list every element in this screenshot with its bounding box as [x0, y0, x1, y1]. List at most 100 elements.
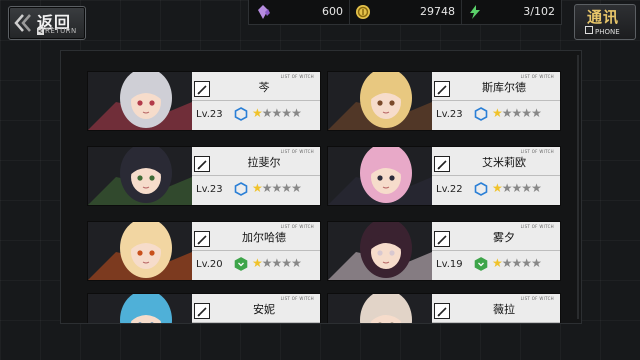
- witch-card[interactable]: LIST OF WITCH 薇拉: [327, 293, 561, 323]
- star-icon: ★: [252, 106, 263, 120]
- phone-label-en: PHONE: [585, 26, 620, 36]
- resource-bar: 600 29748 3/102: [248, 0, 562, 25]
- energy-counter: 3/102: [461, 0, 561, 24]
- witch-name: 安妮: [253, 303, 275, 316]
- star-icon: ★: [281, 256, 292, 270]
- star-icon: ★: [252, 256, 263, 270]
- card-divider: [192, 100, 320, 101]
- phone-button[interactable]: 通讯 PHONE: [574, 4, 636, 40]
- witch-name: 艾米莉欧: [482, 156, 526, 169]
- witch-name: 斯库尔德: [482, 81, 526, 94]
- star-rating: ★★★★★: [252, 256, 302, 270]
- witch-card[interactable]: LIST OF WITCH 雾夕 Lv.19 ★★★★★: [327, 221, 561, 281]
- card-divider: [432, 322, 560, 323]
- star-rating: ★★★★★: [492, 181, 542, 195]
- witch-name: 薇拉: [493, 303, 515, 316]
- star-icon: ★: [501, 181, 513, 195]
- star-rating: ★★★★★: [252, 106, 302, 120]
- star-icon: ★: [501, 256, 513, 270]
- star-icon: ★: [492, 256, 503, 270]
- weapon-type-icon: [434, 303, 450, 319]
- star-icon: ★: [261, 181, 273, 195]
- witch-portrait: [88, 222, 192, 280]
- star-icon: ★: [261, 106, 273, 120]
- coin-icon: [356, 5, 370, 19]
- weapon-type-icon: [194, 81, 210, 97]
- hexagon-rank-icon: [474, 182, 488, 196]
- witch-card[interactable]: LIST OF WITCH 斯库尔德 Lv.23 ★★★★★: [327, 71, 561, 131]
- witch-portrait: [328, 294, 432, 323]
- witch-name: 芩: [258, 81, 270, 94]
- card-divider: [432, 100, 560, 101]
- card-divider: [432, 175, 560, 176]
- weapon-type-icon: [194, 303, 210, 319]
- hexagon-rank-icon: [474, 257, 488, 271]
- star-icon: ★: [291, 106, 302, 120]
- star-icon: ★: [291, 181, 302, 195]
- star-rating: ★★★★★: [492, 106, 542, 120]
- witch-level: Lv.19: [436, 259, 463, 270]
- weapon-type-icon: [434, 156, 450, 172]
- witch-card[interactable]: LIST OF WITCH 艾米莉欧 Lv.22 ★★★★★: [327, 146, 561, 206]
- hexagon-rank-icon: [234, 107, 248, 121]
- weapon-type-icon: [434, 231, 450, 247]
- star-icon: ★: [271, 256, 283, 270]
- card-divider: [192, 250, 320, 251]
- scrollbar[interactable]: [577, 55, 579, 319]
- witch-card[interactable]: LIST OF WITCH 芩 Lv.23 ★★★★★: [87, 71, 321, 131]
- double-chevron-left-icon: [14, 14, 31, 32]
- witch-level: Lv.20: [196, 259, 223, 270]
- witch-level: Lv.23: [196, 184, 223, 195]
- witch-card[interactable]: LIST OF WITCH 拉斐尔 Lv.23 ★★★★★: [87, 146, 321, 206]
- energy-value: 3/102: [523, 5, 555, 18]
- star-icon: ★: [501, 106, 513, 120]
- witch-portrait: [328, 147, 432, 205]
- crystal-counter: 600: [249, 0, 350, 24]
- witch-portrait: [328, 222, 432, 280]
- star-icon: ★: [521, 256, 532, 270]
- witch-portrait: [88, 72, 192, 130]
- witch-level: Lv.23: [196, 109, 223, 120]
- witch-level: Lv.23: [436, 109, 463, 120]
- weapon-type-icon: [194, 231, 210, 247]
- witch-level: Lv.22: [436, 184, 463, 195]
- star-icon: ★: [521, 106, 532, 120]
- hexagon-rank-icon: [474, 107, 488, 121]
- witch-portrait: [88, 294, 192, 323]
- star-icon: ★: [492, 181, 503, 195]
- star-icon: ★: [511, 106, 523, 120]
- star-icon: ★: [511, 256, 523, 270]
- star-rating: ★★★★★: [252, 181, 302, 195]
- coin-value: 29748: [420, 5, 455, 18]
- star-icon: ★: [511, 181, 523, 195]
- witch-list-panel[interactable]: LIST OF WITCH 芩 Lv.23 ★★★★★ LIST OF WITCH 斯库尔…: [60, 50, 582, 324]
- phone-label: 通讯: [587, 8, 620, 26]
- star-icon: ★: [531, 181, 542, 195]
- coin-counter: 29748: [349, 0, 462, 24]
- star-icon: ★: [531, 106, 542, 120]
- star-icon: ★: [261, 256, 273, 270]
- witch-card[interactable]: LIST OF WITCH 安妮: [87, 293, 321, 323]
- star-rating: ★★★★★: [492, 256, 542, 270]
- crystal-value: 600: [322, 5, 343, 18]
- star-icon: ★: [531, 256, 542, 270]
- star-icon: ★: [252, 181, 263, 195]
- lightning-icon: [470, 5, 480, 19]
- checkbox-icon: [585, 26, 593, 34]
- hexagon-rank-icon: [234, 182, 248, 196]
- star-icon: ★: [281, 181, 292, 195]
- star-icon: ★: [521, 181, 532, 195]
- weapon-type-icon: [194, 156, 210, 172]
- card-divider: [192, 322, 320, 323]
- card-divider: [432, 250, 560, 251]
- star-icon: ★: [271, 181, 283, 195]
- witch-card[interactable]: LIST OF WITCH 加尔哈德 Lv.20 ★★★★★: [87, 221, 321, 281]
- star-icon: ★: [291, 256, 302, 270]
- witch-portrait: [328, 72, 432, 130]
- star-icon: ★: [271, 106, 283, 120]
- hexagon-rank-icon: [234, 257, 248, 271]
- weapon-type-icon: [434, 81, 450, 97]
- return-button[interactable]: 返回 < RETURN: [8, 6, 86, 40]
- witch-name: 雾夕: [493, 231, 515, 244]
- return-label-en: < RETURN: [37, 27, 77, 35]
